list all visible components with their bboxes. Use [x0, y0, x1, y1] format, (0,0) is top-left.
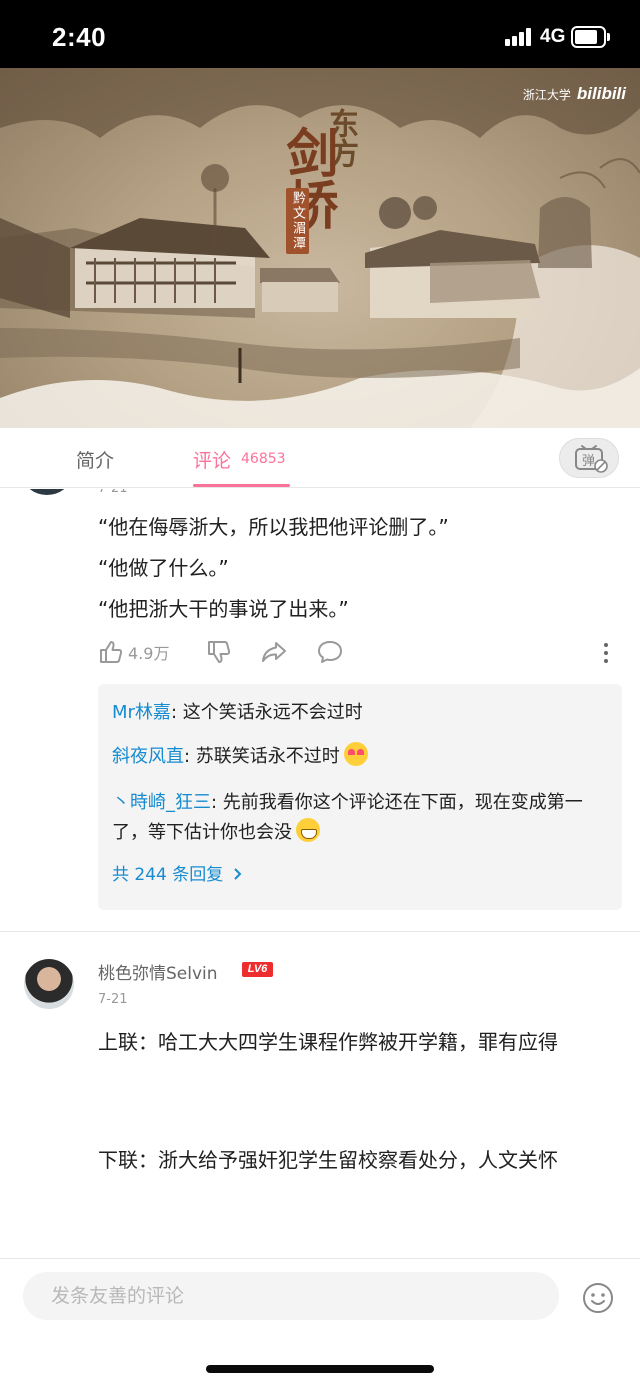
- watermark-brand: bilibili: [576, 84, 626, 103]
- thumbs-up-icon: [100, 641, 123, 663]
- status-bar: 2:40 4G: [0, 0, 640, 68]
- comment-actions: 4.9万: [98, 639, 618, 667]
- grin-emoji-icon: [296, 818, 320, 842]
- reply-total-label: 共 244 条回复: [112, 865, 224, 885]
- avatar[interactable]: [24, 489, 70, 495]
- chevron-right-icon: [233, 868, 242, 880]
- comment-text-line: “他在侮辱浙大，所以我把他评论删了。”: [98, 515, 449, 539]
- tab-active-indicator: [193, 484, 290, 487]
- heart-eyes-emoji-icon: [343, 742, 368, 766]
- danmaku-label: 弹: [582, 454, 595, 469]
- avatar[interactable]: [24, 959, 74, 1009]
- comment-text-line: “他做了什么。”: [98, 556, 229, 580]
- comment-text-paragraph: 下联：浙大给予强奸犯学生留校察看处分，人文关怀: [98, 1148, 558, 1172]
- network-type: 4G: [540, 26, 566, 47]
- reply-username[interactable]: Mr林嘉: [112, 702, 171, 723]
- like-button[interactable]: 4.9万: [98, 639, 169, 665]
- video-watermark: 浙江大学 bilibili: [523, 84, 626, 104]
- video-player[interactable]: 浙江大学 bilibili 东方 剑桥 黔文湄潭: [0, 68, 640, 428]
- reply-username[interactable]: 丶時崎_狂三: [112, 792, 211, 813]
- reply-preview-box[interactable]: Mr林嘉: 这个笑话永远不会过时 斜夜风直: 苏联笑话永不过时 丶時崎_狂三: …: [98, 684, 622, 910]
- reply-button[interactable]: [316, 639, 344, 665]
- signal-icon: [505, 28, 535, 46]
- tab-intro[interactable]: 简介: [76, 446, 114, 473]
- reply-item[interactable]: 斜夜风直: 苏联笑话永不过时: [112, 742, 602, 772]
- dislike-button[interactable]: [206, 639, 232, 665]
- battery-icon: [571, 26, 611, 48]
- comment-text-paragraph: 上联：哈工大大四学生课程作弊被开学籍，罪有应得: [98, 1030, 558, 1054]
- more-vertical-icon: [604, 643, 608, 663]
- share-button[interactable]: [260, 639, 288, 665]
- video-title-tag: 黔文湄潭: [286, 188, 309, 254]
- comment-username[interactable]: 桃色弥情Selvin: [98, 959, 218, 984]
- home-indicator[interactable]: [206, 1365, 434, 1373]
- bottom-comment-bar: [0, 1258, 640, 1385]
- reply-item[interactable]: 丶時崎_狂三: 先前我看你这个评论还在下面，现在变成第一了，等下估计你也会没: [112, 788, 602, 848]
- status-time: 2:40: [52, 22, 107, 52]
- comment-input[interactable]: [23, 1272, 559, 1320]
- reply-text: : 苏联笑话永不过时: [184, 746, 340, 767]
- comment-date: 7-21: [98, 489, 128, 496]
- comment-list[interactable]: 7-21 “他在侮辱浙大，所以我把他评论删了。” “他做了什么。” “他把浙大干…: [0, 489, 640, 1259]
- thumbs-down-icon: [208, 641, 231, 663]
- reply-text: : 这个笑话永远不会过时: [170, 702, 363, 723]
- comment-bubble-icon: [318, 641, 342, 663]
- share-icon: [262, 642, 286, 662]
- comment-text-line: “他把浙大干的事说了出来。”: [98, 597, 349, 621]
- reply-username[interactable]: 斜夜风直: [112, 746, 184, 767]
- tab-bar: 简介 评论 46853: [0, 428, 640, 488]
- view-all-replies-link[interactable]: 共 244 条回复: [112, 860, 245, 885]
- smiley-icon: [583, 1283, 613, 1313]
- level-badge: LV6: [242, 962, 273, 977]
- comment-count: 46853: [241, 451, 286, 467]
- emoji-button[interactable]: [582, 1282, 614, 1318]
- more-options-button[interactable]: [598, 641, 614, 669]
- like-count: 4.9万: [128, 644, 170, 663]
- danmaku-toggle-button[interactable]: 弹: [559, 438, 619, 478]
- comment-divider: [0, 931, 640, 932]
- tab-comments[interactable]: 评论: [193, 446, 231, 473]
- comment-date: 7-21: [98, 992, 128, 1007]
- watermark-school: 浙江大学: [522, 87, 571, 102]
- danmaku-off-icon: 弹: [575, 445, 608, 473]
- reply-item[interactable]: Mr林嘉: 这个笑话永远不会过时: [112, 698, 602, 728]
